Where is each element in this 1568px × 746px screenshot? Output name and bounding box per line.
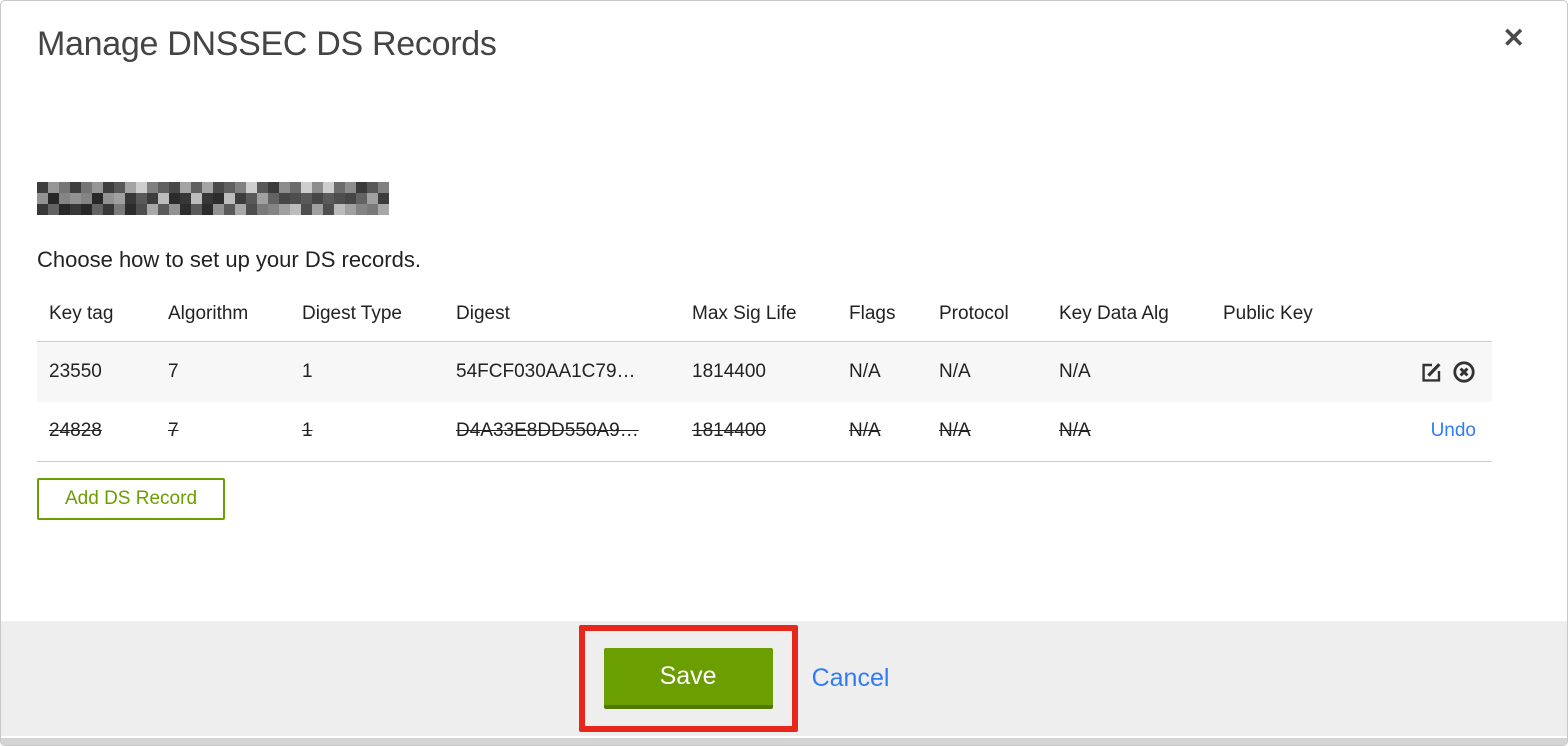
col-header-max-sig-life: Max Sig Life: [680, 297, 837, 342]
col-header-key-tag: Key tag: [37, 297, 156, 342]
col-header-actions: [1401, 297, 1492, 342]
cell-protocol: N/A: [939, 420, 971, 442]
annotation-highlight-box: Save: [578, 625, 798, 732]
cell-max-sig-life: 1814400: [692, 420, 766, 442]
cell-key-tag: 23550: [49, 360, 102, 382]
cell-digest-type: 1: [302, 360, 313, 382]
cell-algorithm: 7: [168, 360, 179, 382]
delete-icon: [1452, 360, 1476, 384]
cell-key-tag: 24828: [49, 420, 102, 442]
save-button[interactable]: Save: [603, 648, 773, 709]
instruction-text: Choose how to set up your DS records.: [37, 247, 421, 272]
cancel-link[interactable]: Cancel: [812, 664, 890, 693]
modal-footer: Save Cancel: [1, 621, 1567, 736]
col-header-digest-type: Digest Type: [290, 297, 444, 342]
table-row-active: 23550 7 1 54FCF030AA1C79… 1814400 N/A N/…: [37, 341, 1492, 402]
col-header-protocol: Protocol: [927, 297, 1047, 342]
cell-algorithm: 7: [168, 420, 179, 442]
col-header-key-data-alg: Key Data Alg: [1047, 297, 1211, 342]
table-header-row: Key tag Algorithm Digest Type Digest Max…: [37, 297, 1492, 342]
cell-key-data-alg: N/A: [1059, 360, 1091, 382]
delete-record-button[interactable]: [1452, 360, 1476, 384]
cell-flags: N/A: [849, 420, 881, 442]
edit-record-button[interactable]: [1419, 360, 1443, 384]
table-row-deleted: 24828 7 1 D4A33E8DD550A9… 1814400 N/A N/…: [37, 402, 1492, 462]
col-header-digest: Digest: [444, 297, 680, 342]
cell-digest-type: 1: [302, 420, 313, 442]
close-icon[interactable]: ✕: [1498, 21, 1529, 56]
footer-actions: Save Cancel: [578, 625, 890, 732]
col-header-flags: Flags: [837, 297, 927, 342]
cell-digest: D4A33E8DD550A9…: [456, 420, 639, 442]
cell-actions: [1401, 342, 1492, 402]
cell-public-key: [1211, 342, 1401, 402]
cell-key-data-alg: N/A: [1059, 420, 1091, 442]
cell-protocol: N/A: [939, 360, 971, 382]
cell-flags: N/A: [849, 360, 881, 382]
edit-icon: [1419, 360, 1443, 384]
manage-dnssec-modal: Manage DNSSEC DS Records ✕ Choose how to…: [0, 0, 1568, 746]
col-header-public-key: Public Key: [1211, 297, 1401, 342]
cell-max-sig-life: 1814400: [692, 360, 766, 382]
cell-actions: Undo: [1401, 402, 1492, 462]
domain-name-redacted: [37, 182, 389, 215]
cell-public-key: [1211, 402, 1401, 462]
cell-digest: 54FCF030AA1C79…: [456, 360, 636, 382]
background-content-strip: [1, 736, 1567, 745]
add-ds-record-button[interactable]: Add DS Record: [37, 478, 226, 520]
undo-link[interactable]: Undo: [1431, 420, 1476, 441]
page-title: Manage DNSSEC DS Records: [37, 25, 497, 63]
ds-records-table: Key tag Algorithm Digest Type Digest Max…: [37, 297, 1492, 462]
col-header-algorithm: Algorithm: [156, 297, 290, 342]
